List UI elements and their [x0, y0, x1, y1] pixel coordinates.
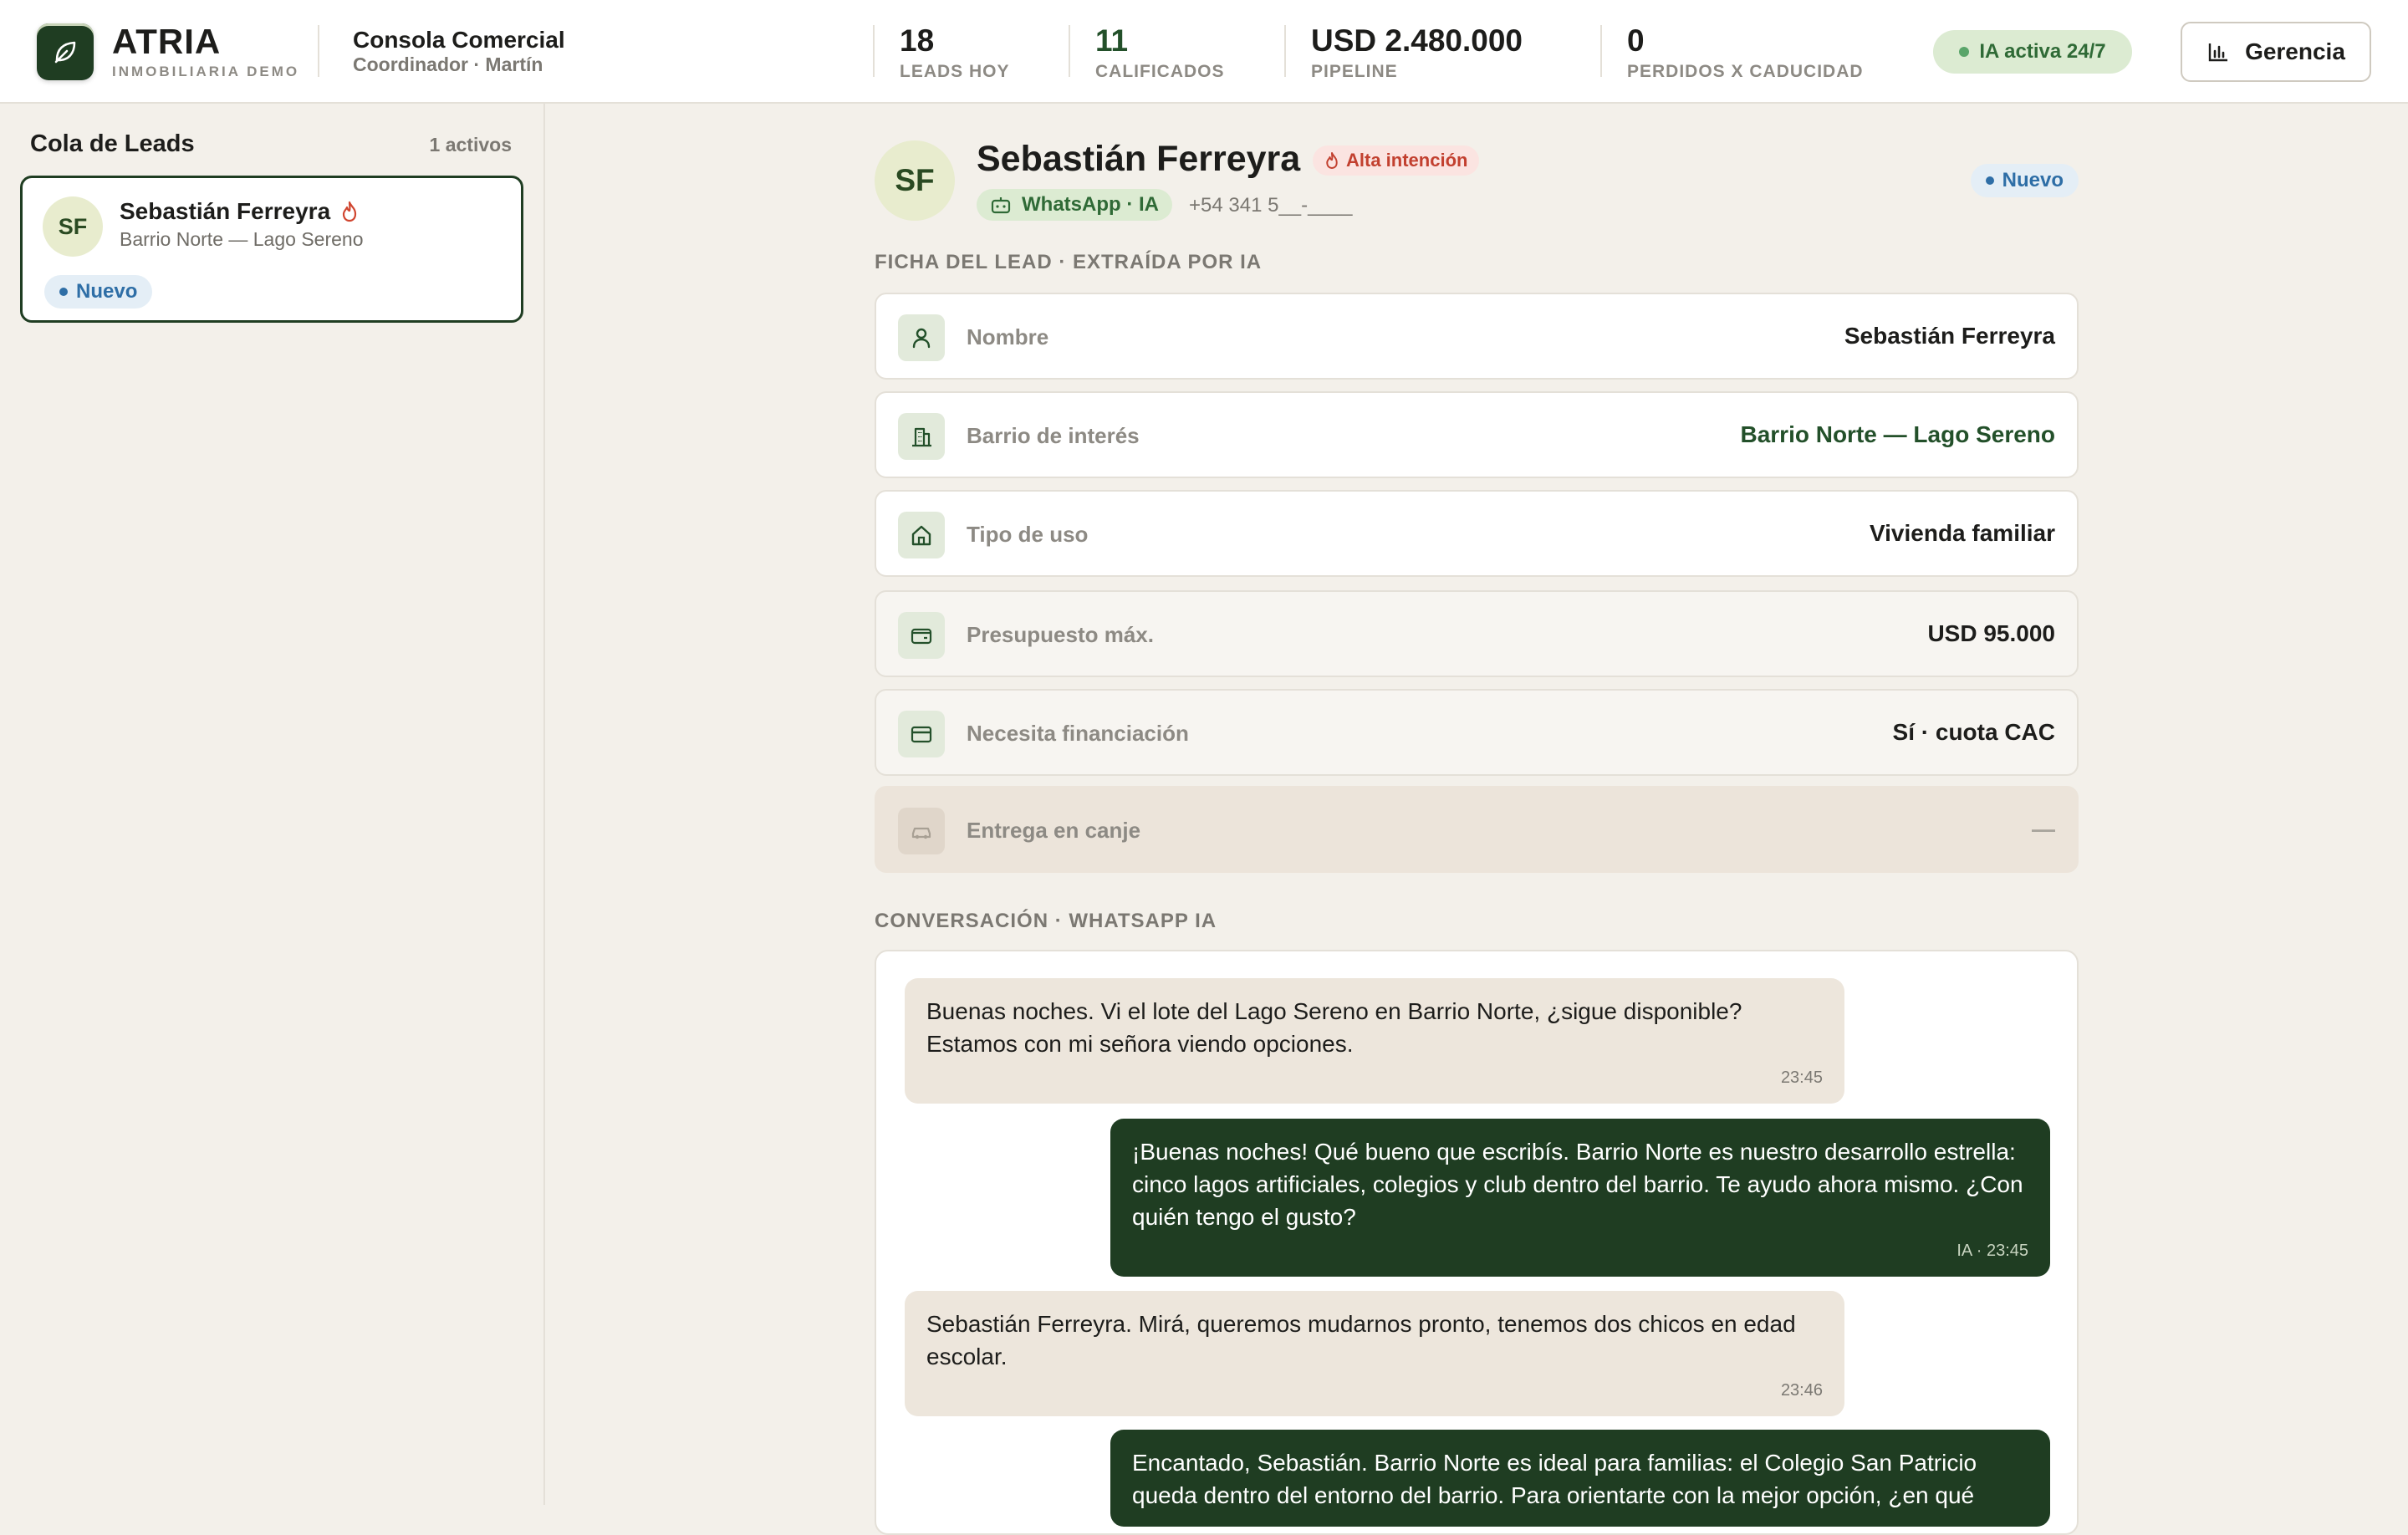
field-label: Presupuesto máx.: [967, 622, 1154, 647]
header-divider: [318, 25, 319, 77]
ia-status-label: IA activa 24/7: [1979, 40, 2106, 63]
field-label: Necesita financiación: [967, 721, 1189, 746]
gerencia-label: Gerencia: [2245, 38, 2345, 64]
message-text: Encantado, Sebastián. Barrio Norte es id…: [1132, 1450, 1977, 1508]
intent-badge: Alta intención: [1313, 145, 1480, 176]
sidebar-title: Cola de Leads: [30, 130, 195, 157]
wallet-icon: [898, 612, 945, 659]
field-nombre: Nombre Sebastián Ferreyra: [875, 293, 2079, 380]
gerencia-button[interactable]: Gerencia: [2181, 22, 2371, 82]
kpi-divider: [873, 25, 875, 77]
kpi-value: USD 2.480.000: [1311, 23, 1523, 58]
field-label: Barrio de interés: [967, 423, 1140, 448]
field-label: Tipo de uso: [967, 522, 1089, 547]
message-text: ¡Buenas noches! Qué bueno que escribís. …: [1132, 1139, 2023, 1230]
field-value: Sebastián Ferreyra: [1844, 323, 2055, 349]
console-title: Consola Comercial: [353, 27, 565, 53]
field-value: Barrio Norte — Lago Sereno: [1740, 421, 2055, 447]
credit-card-icon: [898, 711, 945, 757]
status-badge-label: Nuevo: [76, 280, 138, 303]
conversation-panel[interactable]: Buenas noches. Vi el lote del Lago Seren…: [875, 950, 2079, 1535]
chat-message-ia: Encantado, Sebastián. Barrio Norte es id…: [1110, 1430, 2050, 1527]
status-badge: Nuevo: [1970, 164, 2079, 197]
kpi-label: CALIFICADOS: [1095, 62, 1225, 81]
channel-label: WhatsApp · IA: [1022, 193, 1159, 216]
message-time: 23:45: [1780, 1068, 1823, 1087]
status-badge: Nuevo: [44, 275, 153, 309]
kpi-label: LEADS HOY: [900, 62, 1010, 81]
kpi-label: PIPELINE: [1311, 62, 1398, 81]
lead-card-location: Barrio Norte — Lago Sereno: [120, 228, 364, 250]
field-value: USD 95.000: [1927, 620, 2055, 646]
status-dot-icon: [1985, 176, 1994, 185]
leads-sidebar: Cola de Leads 1 activos SF Sebastián Fer…: [0, 104, 545, 1505]
avatar: SF: [43, 196, 103, 257]
field-financiacion: Necesita financiación Sí · cuota CAC: [875, 689, 2079, 776]
field-value: Sí · cuota CAC: [1892, 719, 2055, 745]
ia-status-badge: IA activa 24/7: [1933, 30, 2132, 74]
field-value: —: [2032, 816, 2055, 842]
field-label: Entrega en canje: [967, 818, 1141, 843]
building-icon: [898, 413, 945, 460]
flame-icon: [1326, 152, 1338, 169]
kpi-value: 0: [1627, 23, 1645, 58]
field-value: Vivienda familiar: [1869, 520, 2055, 546]
field-label: Nombre: [967, 324, 1049, 349]
kpi-calificados: 11 CALIFICADOS: [1095, 23, 1225, 82]
kpi-value: 18: [900, 23, 935, 58]
field-barrio: Barrio de interés Barrio Norte — Lago Se…: [875, 391, 2079, 478]
brand-subtitle: INMOBILIARIA DEMO: [112, 64, 300, 79]
channel-chip: WhatsApp · IA: [977, 189, 1172, 221]
car-icon: [898, 808, 945, 854]
conversation-section-title: CONVERSACIÓN · WHATSAPP IA: [875, 910, 1217, 932]
person-icon: [898, 314, 945, 361]
intent-label: Alta intención: [1346, 150, 1468, 171]
lead-avatar: SF: [875, 140, 955, 221]
message-time: 23:46: [1780, 1381, 1823, 1400]
lead-card-name: Sebastián Ferreyra: [120, 198, 331, 224]
robot-icon: [991, 197, 1011, 214]
field-canje: Entrega en canje —: [875, 786, 2079, 873]
ficha-section-title: FICHA DEL LEAD · EXTRAÍDA POR IA: [875, 251, 1263, 273]
field-tipo-uso: Tipo de uso Vivienda familiar: [875, 490, 2079, 577]
lead-card-name-row: Sebastián Ferreyra: [120, 198, 359, 225]
status-badge-label: Nuevo: [2002, 169, 2064, 191]
field-presupuesto: Presupuesto máx. USD 95.000: [875, 590, 2079, 677]
kpi-divider: [1600, 25, 1602, 77]
home-icon: [898, 512, 945, 558]
kpi-perdidos: 0 PERDIDOS X CADUCIDAD: [1627, 23, 1864, 82]
chat-message-lead: Buenas noches. Vi el lote del Lago Seren…: [905, 978, 1844, 1104]
leaf-logo-icon: [37, 23, 94, 80]
message-text: Buenas noches. Vi el lote del Lago Seren…: [926, 998, 1742, 1057]
kpi-value: 11: [1095, 23, 1129, 58]
status-dot-icon: [59, 288, 68, 296]
sidebar-count: 1 activos: [429, 134, 512, 156]
top-header: ATRIA INMOBILIARIA DEMO Consola Comercia…: [0, 0, 2408, 104]
kpi-divider: [1069, 25, 1070, 77]
lead-name: Sebastián Ferreyra: [977, 139, 1301, 179]
kpi-divider: [1284, 25, 1286, 77]
status-dot-icon: [1959, 47, 1970, 57]
bar-chart-icon: [2208, 43, 2228, 62]
kpi-label: PERDIDOS X CADUCIDAD: [1627, 62, 1864, 81]
message-time: IA · 23:45: [1956, 1242, 2028, 1260]
brand-name: ATRIA: [112, 22, 222, 61]
flame-icon: [343, 201, 357, 222]
chat-message-ia: ¡Buenas noches! Qué bueno que escribís. …: [1110, 1119, 2050, 1277]
lead-phone: +54 341 5__-____: [1189, 194, 1353, 217]
lead-card-sebastian-ferreyra[interactable]: SF Sebastián Ferreyra Barrio Norte — Lag…: [20, 176, 523, 323]
chat-message-lead: Sebastián Ferreyra. Mirá, queremos mudar…: [905, 1291, 1844, 1416]
message-text: Sebastián Ferreyra. Mirá, queremos mudar…: [926, 1311, 1796, 1369]
console-subtitle: Coordinador · Martín: [353, 54, 543, 75]
kpi-pipeline: USD 2.480.000 PIPELINE: [1311, 23, 1523, 82]
kpi-leads-hoy: 18 LEADS HOY: [900, 23, 1010, 82]
